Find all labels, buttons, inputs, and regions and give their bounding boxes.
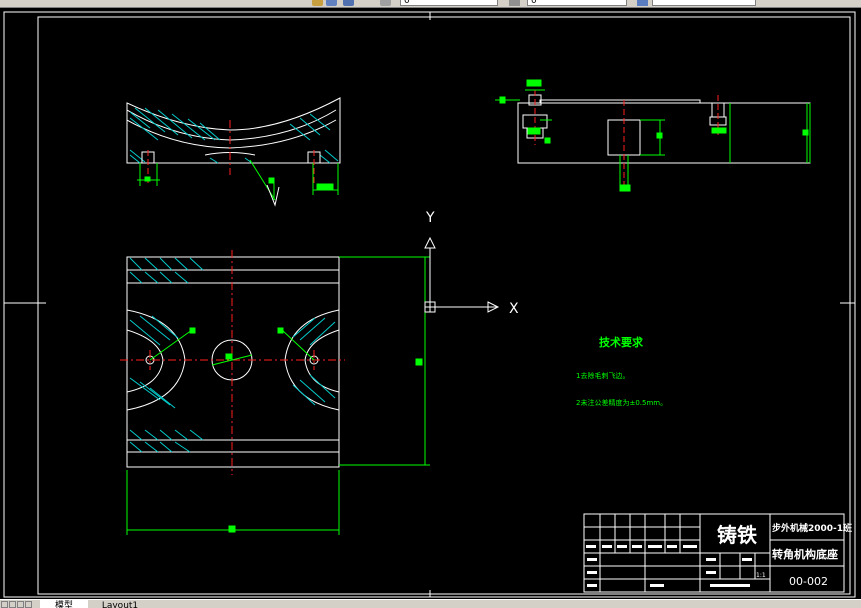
color-combo[interactable]: 0 [527,0,627,6]
plan-view [126,256,340,468]
tech-req-title: 技术要求 [599,335,644,349]
drawing-number-label: 00-002 [789,575,828,588]
ucs-x-label: X [509,301,519,317]
section-view-top-right [517,94,811,164]
plan-view-dimensions [126,256,430,535]
linetype-combo[interactable] [652,0,756,6]
toolbar: 0 0 [0,0,861,8]
section-dimensions [137,159,339,201]
section-right-centerlines [534,90,719,190]
material-label: 铸铁 [717,523,757,547]
linetype-icon[interactable] [637,0,648,6]
part-name-label: 转角机构底座 [772,547,838,561]
layer-state-icon[interactable] [343,0,354,6]
school-label: 步外机械2000-1班 [772,522,852,534]
tech-req-item-2: 2未注公差精度为±0.5mm。 [576,398,667,407]
ucs-y-label: Y [425,210,435,226]
section-right-dimensions [495,79,811,192]
view-direction-arrow [266,184,280,207]
section-view-top-left [126,97,341,185]
layer-manager-icon[interactable] [326,0,337,6]
drawing-canvas[interactable]: Y X 技术要求 1去除毛刺飞边。 2未注公差精度为±0.5mm。 铸铁 步外机… [0,8,861,599]
match-properties-icon[interactable] [312,0,323,6]
tech-req-item-1: 1去除毛刺飞边。 [576,371,629,380]
layer-previous-icon[interactable] [380,0,391,6]
scale-label: 1:1 [756,572,766,579]
ucs-icon [424,236,500,313]
make-current-icon[interactable] [509,0,520,6]
layer-combo[interactable]: 0 [400,0,498,6]
